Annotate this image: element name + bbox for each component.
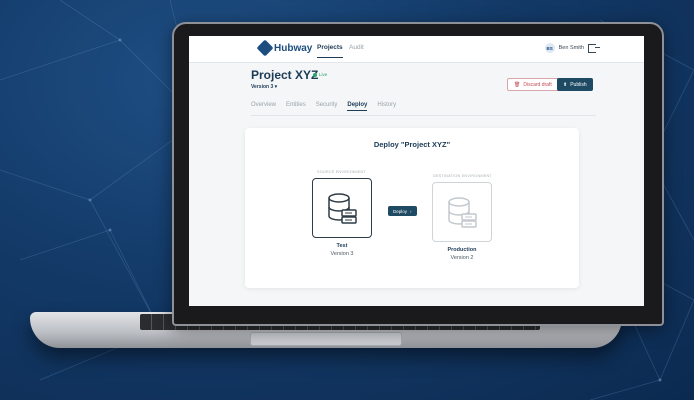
chevron-right-icon: › — [410, 208, 412, 214]
hubway-logo[interactable]: Hubway — [256, 39, 313, 57]
user-name: Ben Smith — [558, 45, 584, 51]
publish-button[interactable]: ⬆ Publish — [557, 78, 593, 91]
tab-overview[interactable]: Overview — [251, 102, 276, 111]
nav-tab-projects[interactable]: Projects — [317, 44, 343, 58]
tab-deploy[interactable]: Deploy — [347, 102, 368, 111]
database-icon — [448, 197, 477, 228]
source-version: Version 3 — [330, 251, 354, 257]
version-selector-label: Version 3 — [251, 84, 274, 90]
laptop-touchpad — [250, 332, 402, 346]
logo-icon — [256, 39, 274, 57]
top-navbar: Hubway Projects Audit BS Ben Smith — [189, 36, 644, 63]
publish-label: Publish — [570, 81, 587, 88]
deploy-button-label: Deploy — [393, 208, 408, 214]
destination-environment-card[interactable] — [432, 182, 492, 242]
status-text: Live — [319, 72, 328, 77]
version-selector[interactable]: Version 3 ▾ — [251, 84, 277, 90]
tab-history[interactable]: History — [377, 102, 396, 111]
database-icon — [328, 193, 357, 224]
upload-icon: ⬆ — [563, 81, 568, 88]
source-name: Test — [336, 243, 348, 249]
chevron-down-icon: ▾ — [274, 84, 278, 90]
user-menu[interactable]: BS Ben Smith — [544, 43, 600, 53]
project-tabs: Overview Entities Security Deploy Histor… — [251, 102, 396, 111]
source-environment-label: SOURCE ENVIRONMENT — [317, 170, 366, 174]
tab-entities[interactable]: Entities — [286, 102, 306, 111]
deploy-title: Deploy "Project XYZ" — [373, 140, 451, 149]
discard-draft-label: Discard draft — [523, 81, 552, 88]
logo-text: Hubway — [274, 42, 313, 54]
destination-version: Version 2 — [450, 255, 474, 261]
logout-icon[interactable] — [588, 43, 600, 53]
discard-draft-button[interactable]: 🗑 Discard draft — [507, 78, 559, 91]
nav-tab-audit[interactable]: Audit — [349, 44, 364, 51]
app-screen: Hubway Projects Audit BS Ben Smith Proje… — [189, 36, 644, 306]
deploy-card: Deploy "Project XYZ" SOURCE ENVIRONMENT … — [245, 128, 579, 288]
destination-name: Production — [447, 247, 477, 253]
tabs-divider — [251, 115, 596, 116]
destination-environment-label: DESTINATION ENVIRONMENT — [433, 174, 492, 178]
deploy-button[interactable]: Deploy › — [388, 206, 417, 216]
tab-security[interactable]: Security — [316, 102, 338, 111]
avatar: BS — [544, 43, 555, 53]
live-dot-icon — [313, 72, 317, 77]
page-title: Project XYZ — [251, 68, 319, 82]
source-environment-card[interactable] — [312, 178, 372, 238]
status-badge: Live — [313, 72, 327, 77]
trash-icon: 🗑 — [514, 81, 521, 88]
